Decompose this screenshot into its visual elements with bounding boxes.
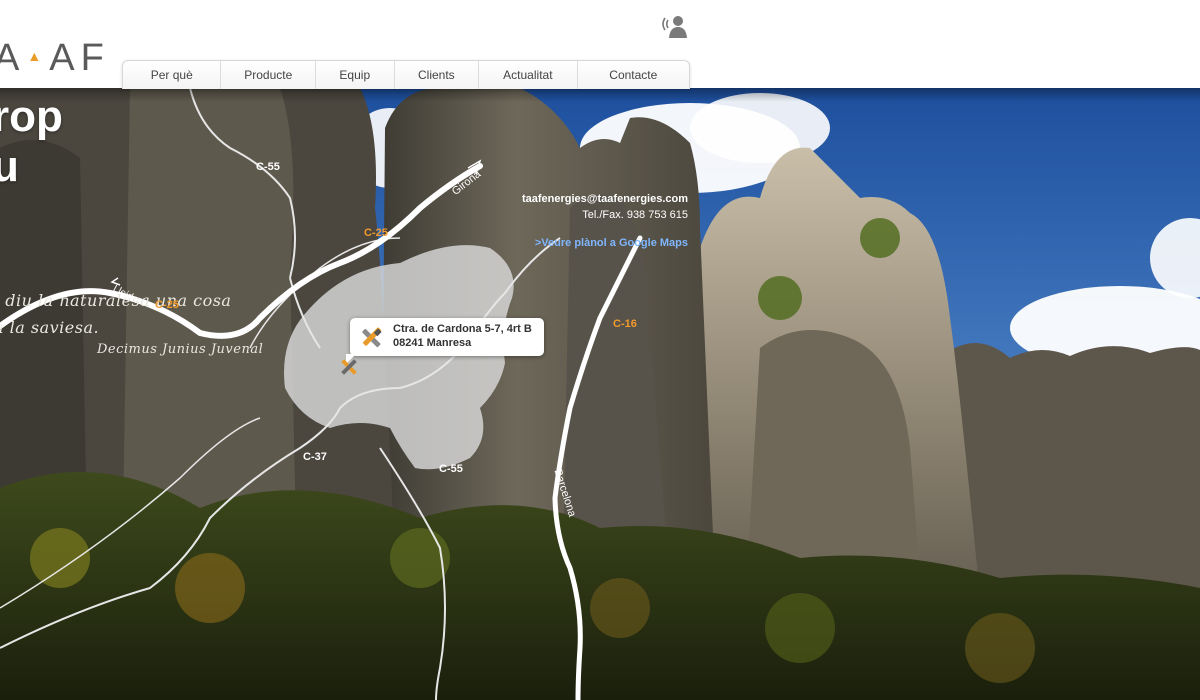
headset-contact-icon[interactable] (660, 12, 690, 38)
logo-letter-a: A (0, 36, 26, 79)
nav-label: Producte (244, 68, 293, 82)
hero-heading-line2: u (0, 142, 19, 191)
road-label-c25-mid: C-25 (364, 227, 388, 239)
main-nav: Per què Producte Equip Clients Actualita… (122, 60, 690, 89)
site-logo[interactable]: A ▲ AF (0, 36, 110, 79)
road-label-c25-left: C-25 (155, 299, 179, 311)
nav-label: Actualitat (503, 68, 553, 82)
quote-author: Decimus Junius Juvenal (97, 342, 264, 357)
nav-item-clients[interactable]: Clients (395, 61, 480, 89)
nav-label: Per què (150, 68, 193, 82)
nav-item-contacte[interactable]: Contacte (578, 61, 689, 89)
site-header: A ▲ AF Per què Producte Equip Clients Actu… (0, 0, 1200, 89)
nav-label: Clients (417, 68, 455, 82)
road-label-c55-top: C-55 (256, 161, 280, 173)
address-callout[interactable]: Ctra. de Cardona 5-7, 4rt B 08241 Manres… (350, 318, 544, 356)
logo-dot: ▲ (27, 48, 48, 64)
nav-label: Equip (339, 68, 371, 82)
logo-letters: AF (49, 36, 110, 79)
address-line1: Ctra. de Cardona 5-7, 4rt B (393, 323, 532, 335)
google-maps-link[interactable]: >Veure plànol a Google Maps (535, 237, 688, 249)
contact-phone: Tel./Fax. 938 753 615 (582, 209, 688, 221)
tools-location-icon (362, 327, 382, 348)
road-label-c37: C-37 (303, 451, 327, 463)
nav-item-equip[interactable]: Equip (316, 61, 395, 89)
nav-label: Contacte (609, 68, 658, 82)
mountain-landscape-image (0, 88, 1200, 700)
hero-heading-line1: rop (0, 92, 63, 141)
hero-banner (0, 88, 1200, 700)
nav-item-producte[interactable]: Producte (221, 61, 316, 89)
contact-email[interactable]: taafenergies@taafenergies.com (522, 193, 688, 205)
address-line2: 08241 Manresa (393, 337, 472, 349)
nav-item-actualitat[interactable]: Actualitat (479, 61, 578, 89)
header-shadow (0, 88, 1200, 102)
hero-heading: rop u (0, 92, 63, 192)
nav-item-per-que[interactable]: Per què (123, 61, 222, 89)
road-label-c55-bottom: C-55 (439, 463, 463, 475)
road-label-c16: C-16 (613, 318, 637, 330)
map-marker-icon (341, 359, 357, 375)
quote-line2: a la saviesa. (0, 318, 100, 337)
